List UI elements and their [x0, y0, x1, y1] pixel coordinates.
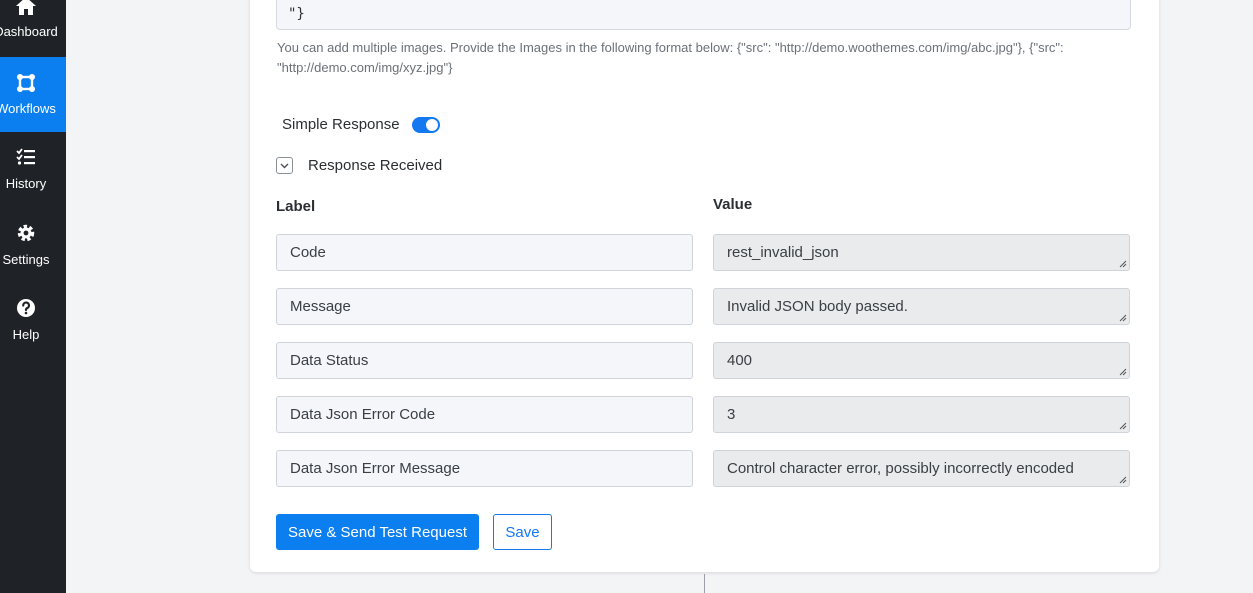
label-field-message[interactable]: Message: [276, 288, 693, 325]
simple-response-label: Simple Response: [282, 116, 400, 133]
resize-handle-icon[interactable]: [1119, 368, 1127, 376]
sidebar-item-label: History: [5, 176, 47, 191]
simple-response-toggle[interactable]: [411, 116, 440, 133]
sidebar-item-dashboard[interactable]: Dashboard: [0, 0, 66, 57]
sidebar-item-settings[interactable]: Settings: [0, 208, 66, 283]
resize-handle-icon[interactable]: [1119, 476, 1127, 484]
value-column-header: Value: [713, 196, 753, 213]
divider: [704, 574, 705, 593]
resize-handle-icon[interactable]: [1119, 260, 1127, 268]
chevron-down-icon[interactable]: [276, 157, 293, 174]
value-text: 400: [727, 352, 753, 369]
value-text: rest_invalid_json: [727, 244, 839, 261]
resize-handle-icon[interactable]: [1119, 314, 1127, 322]
response-received-toggle[interactable]: Response Received: [276, 157, 442, 174]
value-field-json-error-code[interactable]: 3: [713, 396, 1130, 433]
sidebar-item-label: Dashboard: [0, 24, 58, 39]
sidebar-item-help[interactable]: Help: [0, 283, 66, 358]
value-field-data-status[interactable]: 400: [713, 342, 1130, 379]
value-field-message[interactable]: Invalid JSON body passed.: [713, 288, 1130, 325]
label-field-json-error-message[interactable]: Data Json Error Message: [276, 450, 693, 487]
save-and-send-test-request-button[interactable]: Save & Send Test Request: [276, 514, 479, 550]
images-helper-text: You can add multiple images. Provide the…: [277, 40, 1064, 75]
label-column-header: Label: [276, 198, 316, 215]
simple-response-row: Simple Response: [282, 116, 440, 133]
value-field-code[interactable]: rest_invalid_json: [713, 234, 1130, 271]
toggle-knob: [425, 118, 438, 131]
resize-handle-icon[interactable]: [1119, 422, 1127, 430]
label-field-code[interactable]: Code: [276, 234, 693, 271]
value-text: 3: [727, 406, 736, 423]
response-received-label: Response Received: [308, 157, 443, 174]
value-text: Control character error, possibly incorr…: [727, 460, 1074, 477]
label-field-data-status[interactable]: Data Status: [276, 342, 693, 379]
value-text: Invalid JSON body passed.: [727, 298, 908, 315]
sidebar-item-label: Help: [12, 327, 40, 342]
value-field-json-error-message[interactable]: Control character error, possibly incorr…: [713, 450, 1130, 487]
label-field-json-error-code[interactable]: Data Json Error Code: [276, 396, 693, 433]
images-json-textarea[interactable]: "}: [276, 0, 1131, 30]
help-icon: [0, 298, 52, 318]
sidebar-item-label: Workflows: [0, 101, 56, 116]
workflow-icon: [0, 72, 52, 94]
sidebar-item-workflows[interactable]: Workflows: [0, 57, 66, 132]
history-list-icon: [0, 148, 52, 166]
save-button[interactable]: Save: [493, 514, 552, 550]
sidebar-item-label: Settings: [2, 252, 50, 267]
sidebar-item-history[interactable]: History: [0, 132, 66, 207]
sidebar: Dashboard Workflows History Settings Hel…: [0, 0, 66, 593]
home-icon: [0, 0, 52, 16]
gear-icon: [0, 223, 52, 243]
